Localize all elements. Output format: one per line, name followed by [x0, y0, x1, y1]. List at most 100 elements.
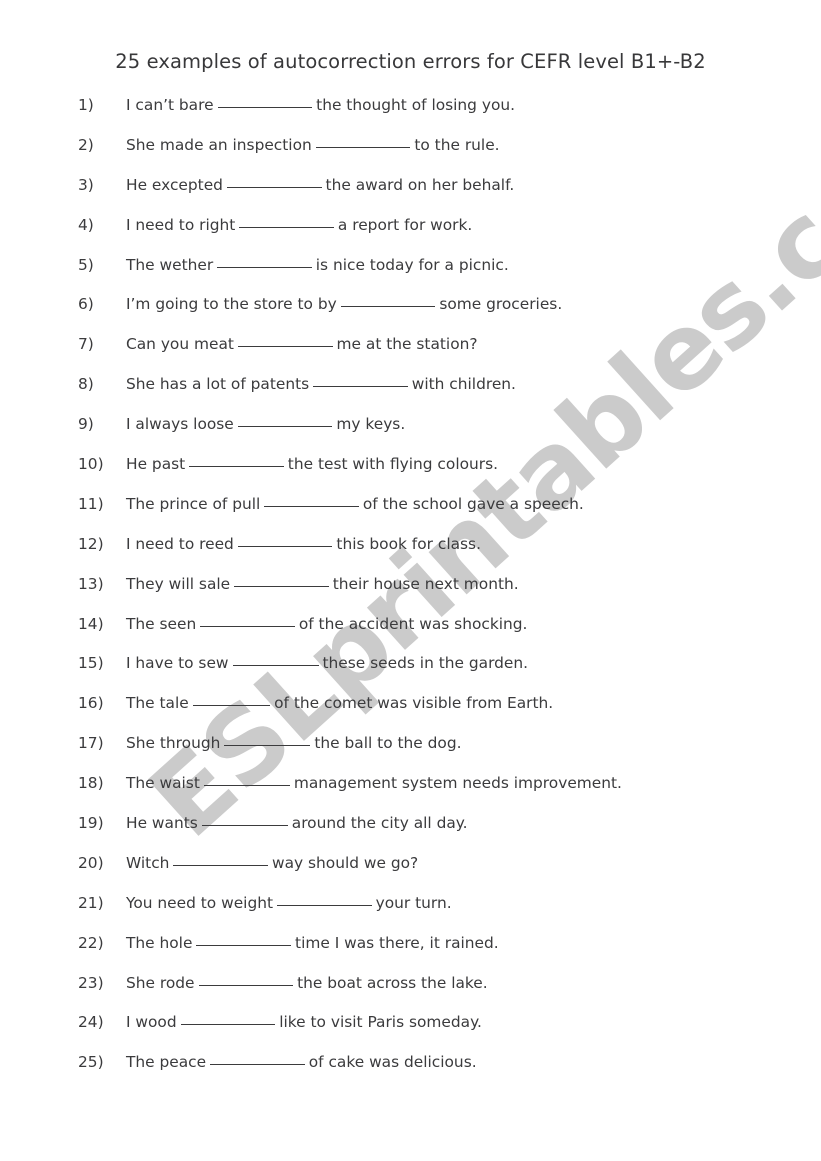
list-item: 21) You need to weight your turn. [0, 894, 821, 934]
list-item: 15) I have to sew these seeds in the garde… [0, 654, 821, 694]
sentence-suffix: this book for class. [336, 534, 481, 553]
answer-blank[interactable] [313, 386, 408, 388]
list-item: 18) The waist management system needs impr… [0, 774, 821, 814]
item-number: 15) [78, 654, 104, 673]
item-number: 16) [78, 694, 104, 713]
sentence-prefix: He excepted [126, 175, 223, 194]
answer-blank[interactable] [200, 625, 295, 627]
list-item: 3) He excepted the award on her behalf. [0, 176, 821, 216]
item-sentence: The seen of the accident was shocking. [126, 615, 527, 633]
answer-blank[interactable] [237, 545, 333, 547]
item-number: 14) [78, 614, 104, 633]
sentence-suffix: the thought of losing you. [316, 96, 516, 114]
list-item: 11) The prince of pull of the school gave … [0, 495, 821, 535]
sentence-suffix: to the rule. [414, 135, 500, 154]
item-sentence: They will sale their house next month. [126, 575, 519, 593]
list-item: 23) She rode the boat across the lake. [0, 974, 821, 1014]
answer-blank[interactable] [217, 266, 312, 268]
list-item: 10) He past the test with flying colours. [0, 455, 821, 495]
item-number: 13) [78, 574, 104, 593]
answer-blank[interactable] [237, 426, 333, 428]
sentence-prefix: Witch [126, 853, 170, 872]
sentence-suffix: of the school gave a speech. [362, 494, 584, 513]
item-number: 3) [78, 175, 94, 194]
sentence-suffix: the test with flying colours. [287, 455, 498, 474]
item-number: 1) [78, 96, 94, 114]
list-item: 8) She has a lot of patents with children. [0, 375, 821, 415]
list-item: 20) Witch way should we go? [0, 854, 821, 894]
sentence-prefix: He wants [126, 814, 198, 833]
list-item: 14) The seen of the accident was shocking. [0, 615, 821, 655]
sentence-suffix: the ball to the dog. [314, 734, 462, 753]
answer-blank[interactable] [277, 904, 372, 906]
answer-blank[interactable] [264, 505, 359, 507]
answer-blank[interactable] [198, 984, 294, 986]
sentence-prefix: You need to weight [126, 893, 274, 912]
item-sentence: The peace of cake was delicious. [126, 1053, 477, 1071]
sentence-suffix: management system needs improvement. [293, 774, 622, 793]
sentence-prefix: I need to right [126, 215, 236, 234]
item-number: 4) [78, 215, 94, 234]
item-sentence: I can’t bare the thought of losing you. [126, 96, 515, 114]
worksheet-page: ESLprintables.com 25 examples of autocor… [0, 0, 821, 1161]
answer-blank[interactable] [232, 665, 319, 667]
item-number: 5) [78, 255, 94, 274]
sentence-prefix: Can you meat [126, 335, 234, 354]
item-sentence: The prince of pull of the school gave a s… [126, 495, 584, 513]
answer-blank[interactable] [237, 346, 333, 348]
answer-blank[interactable] [315, 146, 411, 148]
item-sentence: She rode the boat across the lake. [126, 974, 488, 992]
list-item: 4) I need to right a report for work. [0, 216, 821, 256]
sentence-prefix: I always loose [126, 415, 234, 434]
answer-blank[interactable] [226, 186, 322, 188]
item-sentence: He excepted the award on her behalf. [126, 176, 514, 194]
item-number: 22) [78, 933, 104, 952]
answer-blank[interactable] [203, 785, 290, 787]
item-number: 20) [78, 853, 104, 872]
sentence-prefix: The wether [126, 255, 214, 274]
item-sentence: Can you meat me at the station? [126, 335, 478, 353]
item-sentence: He wants around the city all day. [126, 814, 468, 832]
answer-blank[interactable] [217, 107, 313, 108]
sentence-suffix: a report for work. [337, 215, 473, 234]
sentence-suffix: around the city all day. [291, 814, 468, 833]
item-number: 25) [78, 1053, 104, 1072]
item-number: 12) [78, 534, 104, 553]
list-item: 6) I’m going to the store to by some groce… [0, 295, 821, 335]
sentence-prefix: I need to reed [126, 534, 234, 553]
list-item: 25) The peace of cake was delicious. [0, 1053, 821, 1093]
answer-blank[interactable] [180, 1024, 276, 1026]
sentence-prefix: She made an inspection [126, 135, 312, 154]
answer-blank[interactable] [189, 466, 284, 468]
item-number: 19) [78, 814, 104, 833]
answer-blank[interactable] [239, 226, 334, 228]
item-sentence: The hole time I was there, it rained. [126, 934, 499, 952]
answer-blank[interactable] [210, 1064, 305, 1066]
answer-blank[interactable] [173, 864, 268, 866]
item-sentence: She has a lot of patents with children. [126, 375, 516, 393]
item-sentence: She through the ball to the dog. [126, 734, 462, 752]
sentence-prefix: The seen [126, 614, 197, 633]
item-number: 10) [78, 455, 104, 474]
answer-blank[interactable] [340, 306, 436, 308]
answer-blank[interactable] [234, 585, 329, 587]
answer-blank[interactable] [192, 705, 271, 707]
list-item: 9) I always loose my keys. [0, 415, 821, 455]
sentence-suffix: of the accident was shocking. [298, 614, 528, 633]
list-item: 13) They will sale their house next month. [0, 575, 821, 615]
item-number: 24) [78, 1013, 104, 1032]
sentence-suffix: is nice today for a picnic. [315, 255, 509, 274]
answer-blank[interactable] [196, 944, 292, 946]
item-sentence: I need to right a report for work. [126, 216, 472, 234]
sentence-suffix: some groceries. [439, 295, 563, 314]
answer-blank[interactable] [224, 745, 311, 747]
sentence-prefix: The waist [126, 774, 200, 793]
sentence-prefix: I wood [126, 1013, 177, 1032]
item-number: 8) [78, 375, 94, 394]
answer-blank[interactable] [201, 825, 288, 827]
list-item: 1) I can’t bare the thought of losing you. [0, 96, 821, 136]
list-item: 22) The hole time I was there, it rained. [0, 934, 821, 974]
item-sentence: The tale of the comet was visible from Ea… [126, 694, 553, 712]
item-number: 9) [78, 415, 94, 434]
page-title: 25 examples of autocorrection errors for… [115, 50, 706, 73]
